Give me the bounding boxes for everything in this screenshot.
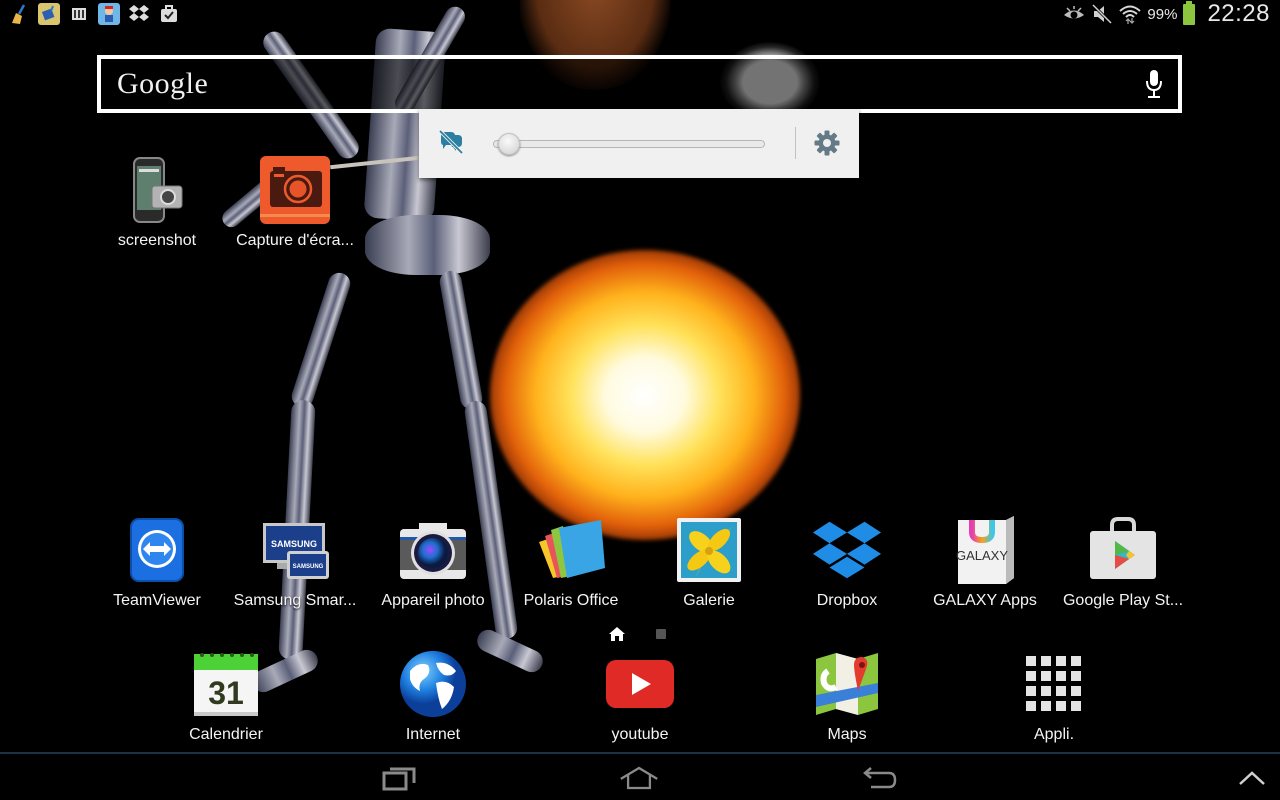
home-button[interactable] — [619, 764, 659, 792]
auto-brightness-off-icon[interactable] — [437, 129, 465, 157]
dock-internet[interactable]: Internet — [365, 648, 501, 744]
polaris-office-icon — [535, 514, 607, 586]
teamviewer-icon — [121, 514, 193, 586]
app-polaris-office[interactable]: Polaris Office — [503, 514, 639, 610]
shortcut-capture-ecran[interactable]: Capture d'écra... — [227, 154, 363, 250]
gear-icon[interactable] — [813, 129, 841, 157]
show-more-button[interactable] — [1232, 764, 1272, 792]
dock-maps[interactable]: Maps — [779, 648, 915, 744]
battery-percent: 99% — [1147, 5, 1178, 23]
app-samsung-smart-switch[interactable]: SAMSUNG SAMSUNG Samsung Smar... — [227, 514, 363, 610]
app-label: Google Play St... — [1062, 592, 1184, 609]
app-label: Internet — [405, 726, 461, 743]
samsung-smart-switch-icon: SAMSUNG SAMSUNG — [259, 514, 331, 586]
clean-master-broom-icon — [8, 3, 30, 25]
navigation-bar — [0, 752, 1280, 800]
game-app-icon — [98, 3, 120, 25]
wallpaper-fireball — [490, 250, 800, 540]
app-google-play-store[interactable]: Google Play St... — [1055, 514, 1191, 610]
panel-divider — [795, 127, 796, 159]
galaxy-apps-icon: GALAXY — [949, 514, 1021, 586]
app-label: Appareil photo — [381, 592, 485, 609]
recent-apps-button[interactable] — [380, 764, 420, 792]
battery-icon — [1183, 0, 1196, 25]
usb-storage-icon — [68, 3, 90, 25]
app-label: Polaris Office — [523, 592, 619, 609]
gallery-icon — [673, 514, 745, 586]
mic-icon[interactable] — [1142, 67, 1166, 101]
page-indicator[interactable] — [608, 626, 666, 642]
maps-icon — [811, 648, 883, 720]
home-page-indicator-icon[interactable] — [608, 626, 626, 642]
clock: 22:28 — [1207, 0, 1270, 27]
app-label: Galerie — [683, 592, 735, 609]
shortcut-screenshot[interactable]: screenshot — [89, 154, 225, 250]
phone-camera-icon — [121, 154, 193, 226]
play-store-icon — [1087, 514, 1159, 586]
status-bar[interactable]: 99% 22:28 — [0, 0, 1280, 28]
app-teamviewer[interactable]: TeamViewer — [89, 514, 225, 610]
app-label: Maps — [827, 726, 867, 743]
svg-text:SAMSUNG: SAMSUNG — [271, 539, 317, 549]
brightness-slider-thumb[interactable] — [498, 133, 520, 155]
google-search-widget[interactable]: Google — [97, 55, 1182, 113]
app-label: Capture d'écra... — [236, 232, 354, 249]
app-dropbox[interactable]: Dropbox — [779, 514, 915, 610]
app-label: Calendrier — [189, 726, 263, 743]
clean-master-widget-icon — [38, 3, 60, 25]
system-icons[interactable]: 99% 22:28 — [1063, 0, 1270, 28]
page-dot[interactable] — [656, 629, 666, 639]
chevron-up-icon — [1239, 771, 1265, 785]
back-button[interactable] — [860, 764, 900, 792]
eye-smart-stay-icon — [1063, 3, 1085, 25]
home-icon — [620, 766, 658, 790]
dropbox-icon — [811, 514, 883, 586]
calendar-icon: 31 — [190, 648, 262, 720]
app-label: screenshot — [117, 232, 197, 249]
notification-icons[interactable] — [8, 3, 180, 25]
app-label: GALAXY Apps — [933, 592, 1037, 609]
google-logo: Google — [117, 67, 209, 100]
app-label: TeamViewer — [113, 592, 201, 609]
brightness-panel — [419, 109, 859, 178]
camera-icon — [397, 514, 469, 586]
svg-text:GALAXY: GALAXY — [956, 548, 1008, 563]
app-label: Appli. — [1033, 726, 1075, 743]
app-appareil-photo[interactable]: Appareil photo — [365, 514, 501, 610]
dock-calendrier[interactable]: 31 Calendrier — [158, 648, 294, 744]
youtube-icon — [604, 648, 676, 720]
globe-icon — [397, 648, 469, 720]
app-label: Dropbox — [816, 592, 878, 609]
dock-apps-drawer[interactable]: Appli. — [986, 648, 1122, 744]
task-done-icon — [158, 3, 180, 25]
app-drawer-icon — [1018, 648, 1090, 720]
back-icon — [863, 767, 897, 789]
recent-apps-icon — [382, 767, 416, 791]
dropbox-icon — [128, 3, 150, 25]
sound-muted-icon — [1091, 3, 1113, 25]
svg-text:SAMSUNG: SAMSUNG — [293, 564, 324, 570]
dock-youtube[interactable]: youtube — [572, 648, 708, 744]
svg-text:31: 31 — [208, 675, 244, 711]
brightness-slider-track[interactable] — [493, 140, 765, 148]
app-galaxy-apps[interactable]: GALAXY GALAXY Apps — [917, 514, 1053, 610]
screen-capture-icon — [259, 154, 331, 226]
app-label: Samsung Smar... — [233, 592, 357, 609]
app-galerie[interactable]: Galerie — [641, 514, 777, 610]
app-label: youtube — [611, 726, 669, 743]
wifi-icon — [1119, 3, 1142, 25]
